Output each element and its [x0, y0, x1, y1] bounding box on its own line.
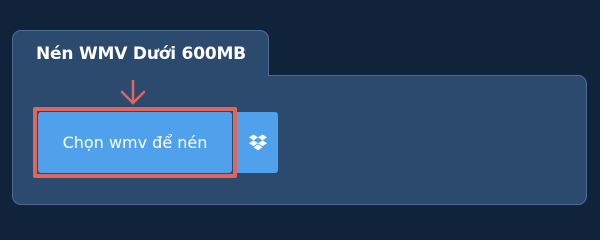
down-arrow-icon	[120, 80, 146, 105]
upload-widget: Nén WMV Dưới 600MB Chọn wmv để nén	[0, 0, 600, 230]
panel-title: Nén WMV Dưới 600MB	[36, 44, 246, 64]
dropbox-icon	[248, 134, 267, 150]
dropbox-button[interactable]	[237, 112, 278, 173]
choose-file-button[interactable]: Chọn wmv để nén	[38, 112, 232, 173]
